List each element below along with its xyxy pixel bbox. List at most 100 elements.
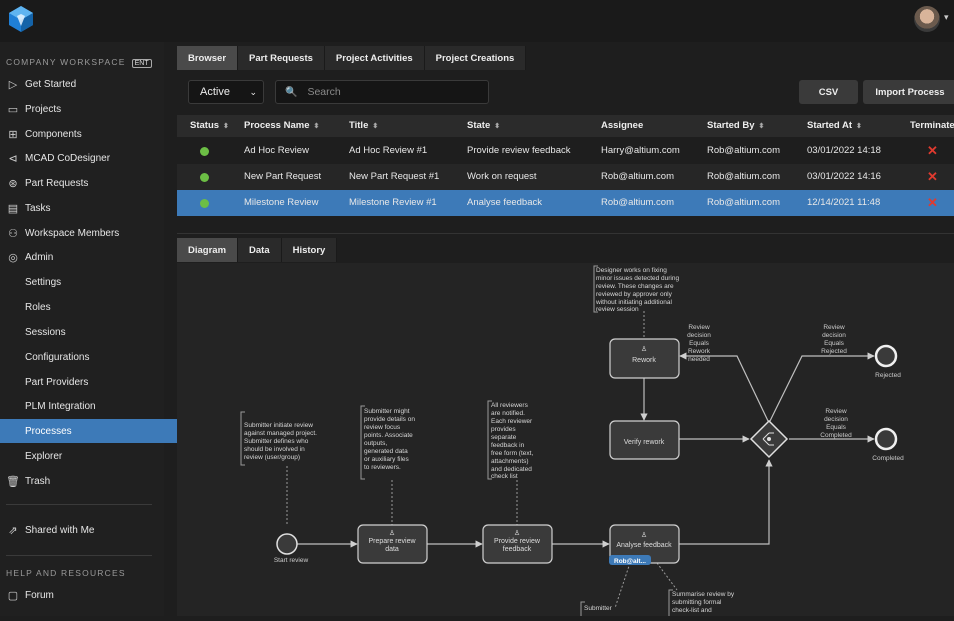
sidebar: COMPANY WORKSPACE ENT ▷ Get Started ▭ Proje… <box>0 42 189 616</box>
sidebar-item-get-started[interactable]: ▷ Get Started <box>0 72 164 96</box>
annotation-text: separate <box>491 434 517 441</box>
altium-logo-icon[interactable] <box>6 4 36 34</box>
started-by-cell: Rob@altium.com <box>707 197 780 208</box>
sidebar-item-workspace-members[interactable]: ⚇ Workspace Members <box>0 221 164 245</box>
task-rework[interactable]: ♙ Rework <box>609 338 680 379</box>
annotation-text: provides <box>491 426 516 433</box>
terminate-icon[interactable]: ✕ <box>927 195 938 211</box>
column-header-state[interactable]: State ⬍ <box>467 120 500 131</box>
column-header-started-at[interactable]: Started At ⬍ <box>807 120 862 131</box>
title-cell: New Part Request #1 <box>349 171 440 182</box>
sidebar-item-part-requests[interactable]: ⊛ Part Requests <box>0 171 164 195</box>
user-task-icon: ♙ <box>641 345 647 353</box>
assignee-cell: Harry@altium.com <box>601 145 680 156</box>
started-by-cell: Rob@altium.com <box>707 145 780 156</box>
admin-icon: ◎ <box>8 251 18 264</box>
task-prepare-review-data[interactable]: ♙ Prepare review data <box>357 524 428 564</box>
column-header-process-name[interactable]: Process Name ⬍ <box>244 120 319 131</box>
sidebar-item-explorer[interactable]: Explorer <box>0 444 189 468</box>
status-indicator <box>200 199 209 208</box>
sidebar-item-sessions[interactable]: Sessions <box>0 320 189 344</box>
sidebar-item-components[interactable]: ⊞ Components <box>0 122 164 146</box>
status-filter-select[interactable]: Active ⌄ <box>188 80 264 104</box>
table-row[interactable]: Milestone Review Milestone Review #1 Ana… <box>177 190 954 216</box>
sidebar-item-admin[interactable]: ◎ Admin <box>0 245 164 269</box>
end-event-rejected[interactable]: Rejected <box>874 344 901 379</box>
edge-label: decision <box>687 332 711 339</box>
process-name-cell: Ad Hoc Review <box>244 145 309 156</box>
edge-label: Equals <box>689 340 710 347</box>
import-process-button[interactable]: Import Process <box>863 80 954 104</box>
sidebar-item-tasks[interactable]: ▤ Tasks <box>0 196 164 220</box>
sidebar-item-projects[interactable]: ▭ Projects <box>0 97 164 121</box>
sidebar-item-mcad-codesigner[interactable]: ⊲ MCAD CoDesigner <box>0 146 164 170</box>
ent-badge: ENT <box>131 59 152 68</box>
chevron-down-icon[interactable]: ▾ <box>944 12 949 23</box>
annotation-submitter-initiate: Submitter initiate review against manage… <box>244 422 317 461</box>
sidebar-item-roles[interactable]: Roles <box>0 295 189 319</box>
column-header-assignee[interactable]: Assignee <box>601 120 643 131</box>
csv-button[interactable]: CSV <box>799 80 858 104</box>
flow-gateway-rework <box>679 352 770 424</box>
tab-browser[interactable]: Browser <box>177 46 239 70</box>
tab-diagram[interactable]: Diagram <box>177 238 239 262</box>
terminate-icon[interactable]: ✕ <box>927 169 938 185</box>
annotation-text: Submitter might <box>364 408 410 415</box>
state-cell: Provide review feedback <box>467 145 571 156</box>
tasks-icon: ▤ <box>7 202 19 215</box>
status-indicator <box>200 147 209 156</box>
status-filter-value: Active <box>200 86 230 98</box>
event-label: Start review <box>274 557 309 564</box>
task-label: Analyse feedback <box>616 542 672 549</box>
column-header-started-by[interactable]: Started By ⬍ <box>707 120 764 131</box>
play-icon: ▷ <box>8 78 18 91</box>
flow-analyse-gateway <box>679 459 773 545</box>
annotation-text: review. These changes are <box>596 283 674 290</box>
sidebar-item-trash[interactable]: 🗑 Trash <box>0 469 164 493</box>
start-event[interactable]: Start review <box>274 533 309 564</box>
edge-label: Review <box>823 324 845 331</box>
tab-part-requests[interactable]: Part Requests <box>238 46 325 70</box>
tab-project-creations[interactable]: Project Creations <box>424 46 527 70</box>
column-header-title[interactable]: Title ⬍ <box>349 120 378 131</box>
task-provide-review-feedback[interactable]: ♙ Provide review feedback <box>482 524 553 564</box>
annotation-submitter-might: Submitter might provide details on revie… <box>364 408 415 471</box>
started-at-cell: 03/01/2022 14:16 <box>807 171 881 182</box>
sidebar-item-processes[interactable]: Processes <box>0 419 189 443</box>
status-indicator <box>200 173 209 182</box>
task-label: Provide review <box>494 538 541 545</box>
edge-label: Equals <box>826 424 847 431</box>
end-event-completed[interactable]: Completed <box>872 427 904 462</box>
search-input[interactable] <box>305 85 480 99</box>
edge-label: decision <box>822 332 846 339</box>
table-row[interactable]: Ad Hoc Review Ad Hoc Review #1 Provide r… <box>177 138 954 164</box>
tab-project-activities[interactable]: Project Activities <box>324 46 425 70</box>
column-header-status[interactable]: Status ⬍ <box>190 120 229 131</box>
annotation-all-reviewers: All reviewers are notified. Each reviewe… <box>491 402 533 480</box>
sidebar-item-shared-with-me[interactable]: ⇗ Shared with Me <box>0 518 164 542</box>
exclusive-gateway[interactable] <box>749 419 789 459</box>
annotation-text: Submitter initiate review <box>244 422 313 429</box>
sort-icon: ⬍ <box>856 123 862 130</box>
table-row[interactable]: New Part Request New Part Request #1 Wor… <box>177 164 954 190</box>
annotation-text: submitting formal <box>672 599 722 606</box>
assignee-badge[interactable]: Rob@alt... <box>609 555 651 565</box>
annotation-text: attachments) <box>491 458 529 465</box>
tab-history[interactable]: History <box>281 238 338 262</box>
edge-label: Rework <box>688 348 711 355</box>
sidebar-item-configurations[interactable]: Configurations <box>0 345 189 369</box>
user-avatar[interactable] <box>914 6 940 32</box>
sidebar-item-part-providers[interactable]: Part Providers <box>0 370 189 394</box>
codesigner-icon: ⊲ <box>8 152 18 165</box>
sidebar-item-settings[interactable]: Settings <box>0 270 189 294</box>
annotation-text: provide details on <box>364 416 415 423</box>
tab-data[interactable]: Data <box>238 238 282 262</box>
terminate-icon[interactable]: ✕ <box>927 143 938 159</box>
sidebar-item-forum[interactable]: ▢ Forum <box>0 583 164 607</box>
edge-label: Review <box>825 408 847 415</box>
sidebar-item-plm-integration[interactable]: PLM Integration <box>0 394 189 418</box>
search-field[interactable]: 🔍 <box>275 80 489 104</box>
task-verify-rework[interactable]: Verify rework <box>609 420 680 460</box>
annotation-text: check list <box>491 473 518 480</box>
annotation-text: points. Associate <box>364 432 413 439</box>
